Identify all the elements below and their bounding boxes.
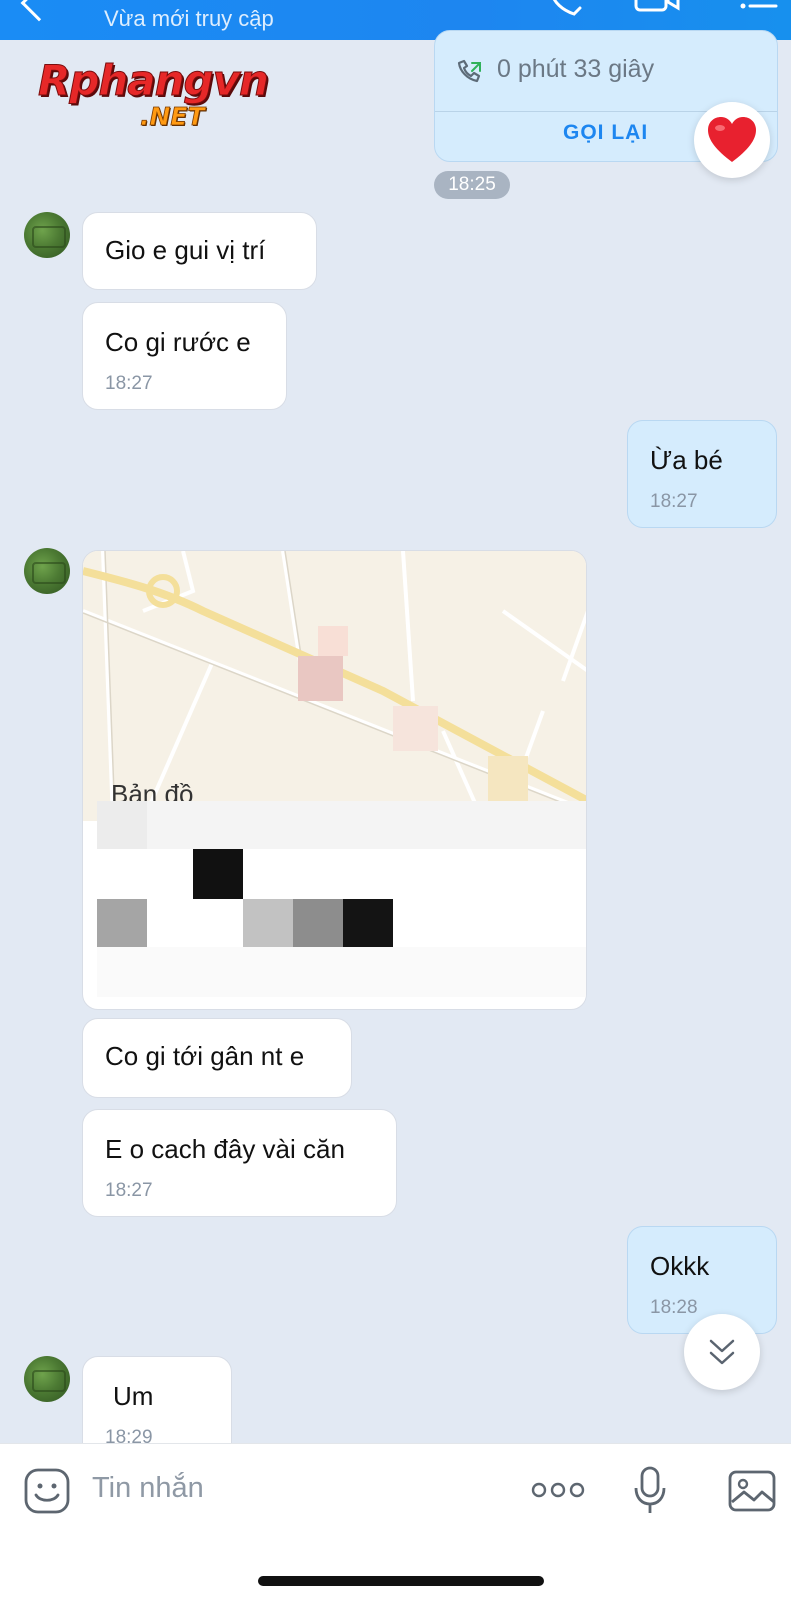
- message-time: 18:28: [650, 1297, 698, 1318]
- message-text: Co gi tới gân nt e: [105, 1041, 305, 1071]
- more-options-icon[interactable]: [530, 1480, 586, 1500]
- message-text: Okkk: [650, 1251, 710, 1281]
- image-gallery-icon[interactable]: [728, 1470, 776, 1512]
- double-chevron-down-icon: [709, 1339, 735, 1365]
- message-time: 18:27: [105, 1180, 153, 1201]
- message-time: 18:27: [105, 373, 153, 394]
- pixel-block: [97, 801, 147, 849]
- phone-call-icon[interactable]: [548, 0, 584, 18]
- message-text: Um: [113, 1381, 154, 1411]
- sticker-icon[interactable]: [24, 1468, 70, 1514]
- message-bubble[interactable]: Co gi rước e 18:27: [82, 302, 287, 410]
- my-message-bubble[interactable]: Okkk 18:28: [627, 1226, 777, 1334]
- message-bubble[interactable]: E o cach đây vài căn 18:27: [82, 1109, 397, 1217]
- message-text: Gio e gui vị trí: [105, 235, 266, 265]
- location-card[interactable]: Bản đồ: [82, 550, 587, 1010]
- message-text: E o cach đây vài căn: [105, 1134, 345, 1164]
- menu-icon[interactable]: [740, 0, 780, 18]
- avatar[interactable]: [24, 1356, 70, 1402]
- call-back-button[interactable]: GỌI LẠI: [563, 121, 648, 145]
- heart-icon: [708, 117, 756, 162]
- outgoing-call-icon: [457, 59, 481, 83]
- pixel-block: [147, 801, 586, 849]
- pixel-block: [97, 947, 586, 997]
- logo-suffix-text: .NET: [140, 102, 205, 132]
- scroll-to-bottom-button[interactable]: [684, 1314, 760, 1390]
- home-indicator: [258, 1576, 544, 1586]
- message-bubble[interactable]: Gio e gui vị trí: [82, 212, 317, 290]
- pixel-block: [293, 899, 343, 947]
- time-separator: 18:25: [434, 171, 510, 199]
- video-call-icon[interactable]: [634, 0, 682, 18]
- heart-reaction-button[interactable]: [694, 102, 770, 178]
- pixel-block: [343, 899, 393, 947]
- message-time: 18:27: [650, 491, 698, 512]
- watermark-logo: Rphangvn .NET: [38, 56, 278, 138]
- pixel-block: [243, 899, 293, 947]
- pixel-block: [97, 899, 147, 947]
- message-text: Ừa bé: [650, 445, 723, 475]
- logo-main-text: Rphangvn: [38, 56, 270, 105]
- call-duration: 0 phút 33 giây: [497, 55, 655, 83]
- message-input[interactable]: Tin nhắn: [92, 1472, 204, 1505]
- message-bubble[interactable]: Co gi tới gân nt e: [82, 1018, 352, 1098]
- avatar[interactable]: [24, 212, 70, 258]
- back-arrow-icon[interactable]: [20, 0, 58, 22]
- avatar[interactable]: [24, 548, 70, 594]
- my-message-bubble[interactable]: Ừa bé 18:27: [627, 420, 777, 528]
- microphone-icon[interactable]: [632, 1466, 668, 1516]
- message-text: Co gi rước e: [105, 327, 251, 357]
- contact-status: Vừa mới truy cập: [104, 6, 274, 31]
- pixel-block: [193, 849, 243, 899]
